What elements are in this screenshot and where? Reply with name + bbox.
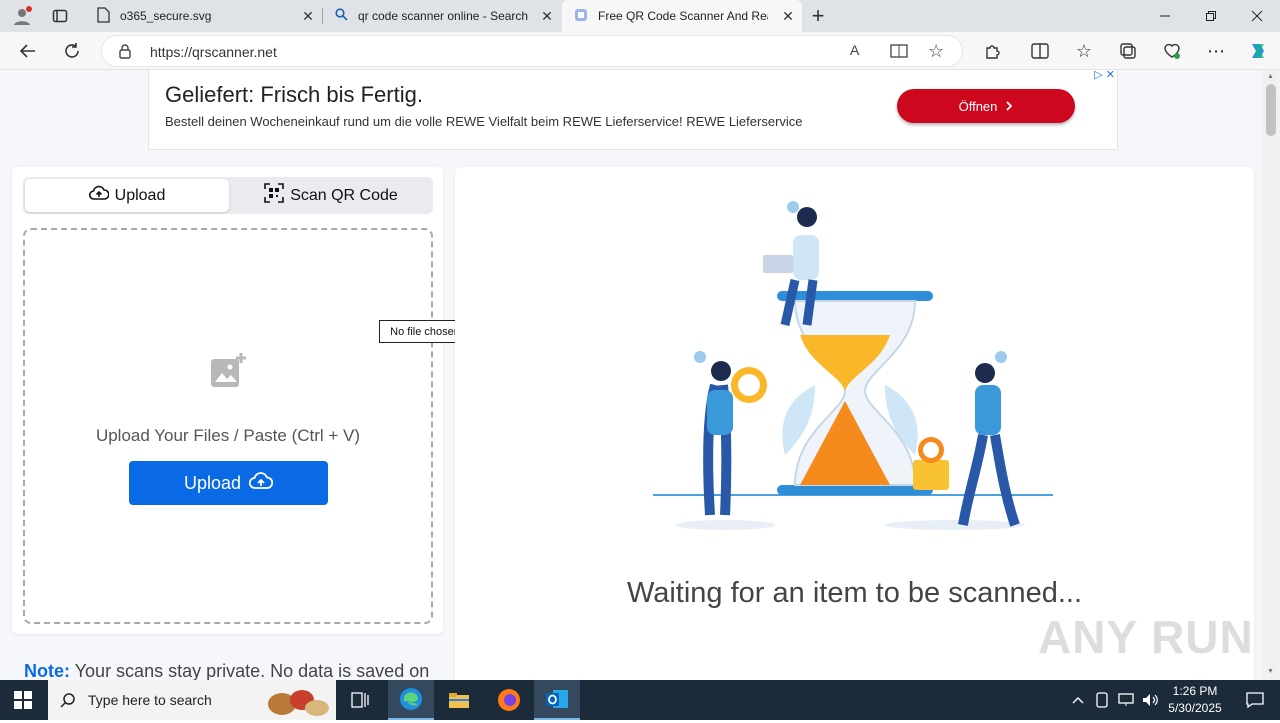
tab-qrscanner[interactable]: Free QR Code Scanner And Read ✕ [562, 0, 802, 32]
restore-icon[interactable] [1188, 0, 1234, 32]
upload-button[interactable]: Upload [129, 461, 328, 505]
collections-icon[interactable] [1116, 39, 1140, 63]
copilot-icon[interactable] [1246, 39, 1270, 63]
tab-title: o365_secure.svg [120, 9, 212, 23]
anyrun-watermark: ANY RUN [1038, 611, 1254, 663]
device-icon[interactable] [1090, 680, 1114, 720]
minimize-icon[interactable] [1142, 0, 1188, 32]
ad-button-label: Öffnen [958, 98, 998, 114]
upload-card: Upload Scan QR Code Upload Your Files / … [12, 167, 443, 634]
note-text: Your scans stay private. No data is save… [74, 661, 430, 680]
favorites-icon[interactable]: ☆ [1072, 39, 1096, 63]
browser-tab-strip: o365_secure.svg ✕ qr code scanner online… [0, 0, 1280, 32]
task-view-icon[interactable] [337, 680, 383, 720]
read-aloud-icon[interactable]: A [850, 42, 859, 58]
close-window-icon[interactable] [1234, 0, 1280, 32]
close-tab-icon[interactable]: ✕ [539, 8, 555, 24]
windows-start-icon[interactable] [0, 680, 46, 720]
tab-title: qr code scanner online - Search [358, 9, 529, 23]
file-icon [96, 6, 110, 26]
search-icon [335, 8, 348, 24]
file-explorer-icon[interactable] [436, 680, 482, 720]
back-arrow-icon[interactable] [16, 39, 40, 63]
privacy-note: Note: Your scans stay private. No data i… [24, 661, 429, 680]
add-image-icon [209, 352, 247, 395]
tab-actions-icon[interactable] [48, 4, 72, 28]
url-text: https://qrscanner.net [150, 44, 277, 60]
qr-site-icon [574, 8, 588, 25]
page-content: Geliefert: Frisch bis Fertig. Bestell de… [0, 70, 1262, 680]
tab-o365-secure[interactable]: o365_secure.svg ✕ [84, 0, 322, 32]
split-screen-icon[interactable] [1028, 39, 1052, 63]
tab-scan-label: Scan QR Code [290, 186, 398, 204]
tab-upload[interactable]: Upload [25, 179, 229, 212]
upload-button-label: Upload [183, 472, 242, 493]
browser-essentials-icon[interactable] [1160, 39, 1184, 63]
edge-taskbar-icon[interactable] [388, 680, 434, 720]
notifications-icon[interactable] [1232, 680, 1278, 720]
scan-result-card: Waiting for an item to be scanned... [455, 167, 1254, 680]
scroll-up-icon[interactable]: ▲ [1267, 73, 1274, 80]
chevron-right-icon [1005, 99, 1013, 114]
volume-icon[interactable] [1138, 680, 1162, 720]
drop-hint: Upload Your Files / Paste (Ctrl + V) [95, 426, 361, 445]
cloud-upload-icon [88, 185, 110, 206]
new-tab-icon[interactable]: + [806, 3, 830, 28]
firefox-icon[interactable] [486, 680, 532, 720]
tray-overflow-chevron-icon[interactable] [1064, 680, 1092, 720]
tab-search[interactable]: qr code scanner online - Search ✕ [323, 0, 561, 32]
ad-text: Bestell deinen Wocheneinkauf rund um die… [165, 114, 803, 129]
qr-code-icon [264, 183, 284, 208]
network-icon[interactable] [1114, 680, 1138, 720]
potatoes-search-highlight-icon [262, 684, 334, 723]
outlook-icon[interactable] [534, 680, 580, 720]
clock-time: 1:26 PM [1172, 684, 1218, 698]
page-scrollbar[interactable]: ▲ ▼ [1262, 70, 1280, 680]
address-toolbar: https://qrscanner.net A ☆ ☆ ⋯ [0, 32, 1280, 70]
file-drop-zone[interactable]: Upload Your Files / Paste (Ctrl + V) Upl… [23, 228, 433, 624]
refresh-icon[interactable] [60, 39, 84, 63]
extensions-icon[interactable] [980, 39, 1004, 63]
system-clock[interactable]: 1:26 PM 5/30/2025 [1160, 683, 1230, 717]
lock-icon[interactable] [118, 43, 132, 64]
scrollbar-thumb[interactable] [1266, 84, 1276, 136]
clock-date: 5/30/2025 [1168, 701, 1222, 715]
ad-close-icon[interactable]: ▷ ✕ [1094, 70, 1115, 81]
windows-taskbar: Type here to search 1:26 PM 5/30/2025 [0, 680, 1280, 720]
search-icon [60, 692, 76, 713]
taskbar-search-box[interactable]: Type here to search [48, 680, 336, 720]
close-tab-icon[interactable]: ✕ [780, 8, 796, 24]
more-menu-icon[interactable]: ⋯ [1204, 39, 1228, 63]
mode-switcher: Upload Scan QR Code [23, 177, 433, 214]
note-label: Note: [24, 661, 70, 680]
tab-upload-label: Upload [114, 186, 166, 204]
waiting-status: Waiting for an item to be scanned... [626, 577, 1083, 609]
ad-headline: Geliefert: Frisch bis Fertig. [165, 82, 423, 107]
tab-title: Free QR Code Scanner And Read [598, 9, 768, 23]
close-tab-icon[interactable]: ✕ [300, 8, 316, 24]
ad-open-button[interactable]: Öffnen [897, 89, 1075, 123]
waiting-hourglass-illustration [653, 201, 1053, 530]
ad-banner[interactable]: Geliefert: Frisch bis Fertig. Bestell de… [148, 70, 1118, 150]
url-field[interactable]: https://qrscanner.net A ☆ [101, 35, 963, 67]
profile-icon[interactable] [10, 4, 34, 28]
taskbar-search-placeholder: Type here to search [88, 692, 212, 708]
immersive-reader-icon[interactable] [890, 43, 908, 64]
tab-scan-qr[interactable]: Scan QR Code [231, 179, 431, 212]
favorite-star-icon[interactable]: ☆ [928, 41, 944, 62]
cloud-upload-icon [248, 471, 274, 495]
scroll-down-icon[interactable]: ▼ [1267, 668, 1274, 675]
